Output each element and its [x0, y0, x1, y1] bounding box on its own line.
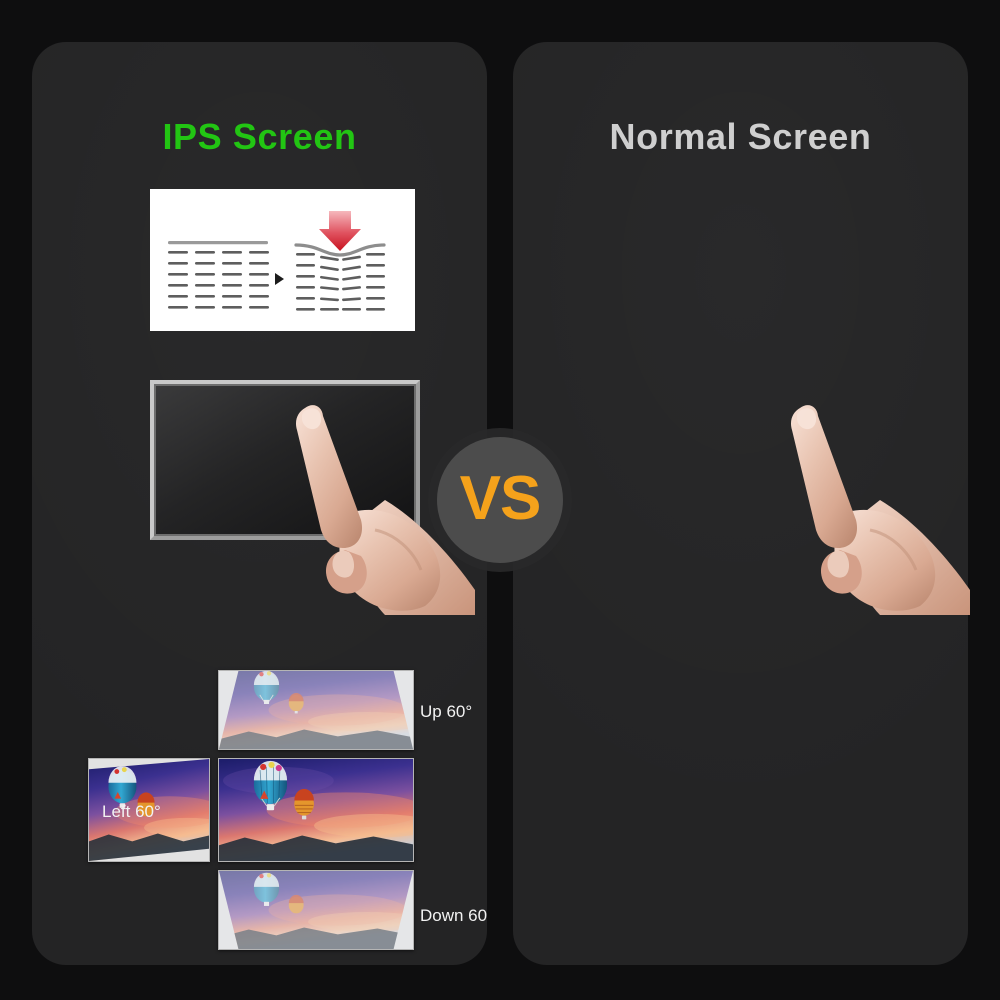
viewing-angle-wash [219, 671, 413, 749]
panel-title-ips: IPS Screen [162, 116, 357, 157]
viewing-angle-thumb-down [218, 870, 414, 950]
viewing-angle-thumb-up [218, 670, 414, 750]
viewing-angle-thumb-center [218, 758, 414, 862]
comparison-infographic: IPS Screen Left 60° Up 60° Down 60° Norm… [0, 0, 1000, 1000]
viewing-angle-wash [219, 871, 413, 949]
panel-ips-screen: IPS Screen Left 60° Up 60° Down 60° [32, 42, 487, 965]
ips-viewing-angle-grid: Left 60° Up 60° Down 60° [80, 662, 487, 962]
versus-badge: VS [437, 437, 563, 563]
ips-screen-surface [156, 386, 414, 534]
viewing-angle-label-left: Left 60° [102, 802, 161, 821]
viewing-angle-label-down: Down 60° [420, 906, 487, 925]
hot-air-balloon-sunset-photo [219, 759, 413, 861]
viewing-angle-label-up: Up 60° [420, 702, 473, 721]
versus-label: VS [459, 463, 542, 533]
panel-title-normal: Normal Screen [609, 116, 872, 157]
ips-screen-touch-demo [150, 380, 420, 540]
ips-liquid-crystal-pressure-diagram [150, 189, 415, 331]
panel-normal-screen: Normal Screen [513, 42, 968, 965]
